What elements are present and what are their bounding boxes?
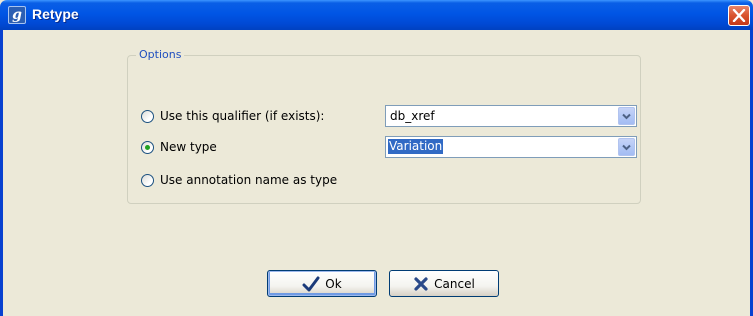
cancel-x-icon (413, 276, 429, 292)
options-legend: Options (136, 48, 185, 61)
radio-label-new-type: New type (160, 140, 217, 154)
app-icon: g (8, 6, 26, 24)
radio-button-annotation-name[interactable] (141, 173, 154, 187)
title-bar[interactable]: g Retype (0, 0, 753, 30)
type-combo[interactable]: Variation (385, 136, 637, 158)
cancel-button-label: Cancel (434, 276, 475, 291)
type-combo-arrow[interactable] (618, 138, 635, 156)
close-button[interactable] (728, 5, 750, 26)
qualifier-combo-value: db_xref (390, 109, 435, 123)
close-icon (732, 9, 746, 22)
radio-use-qualifier[interactable]: Use this qualifier (if exists): (141, 107, 324, 125)
window-title: Retype (32, 6, 79, 22)
ok-button-label: Ok (325, 276, 342, 291)
type-combo-value[interactable]: Variation (388, 139, 444, 154)
radio-button-new-type[interactable] (141, 140, 154, 154)
radio-label-use-qualifier: Use this qualifier (if exists): (160, 109, 325, 123)
qualifier-combo[interactable]: db_xref (385, 105, 637, 127)
chevron-down-icon (622, 113, 631, 120)
chevron-down-icon (622, 144, 631, 151)
checkmark-icon (302, 276, 320, 292)
radio-button-use-qualifier[interactable] (141, 109, 154, 123)
radio-new-type[interactable]: New type (141, 138, 217, 156)
ok-button[interactable]: Ok (267, 270, 377, 297)
radio-label-annotation-name: Use annotation name as type (160, 173, 338, 187)
radio-annotation-name[interactable]: Use annotation name as type (141, 171, 337, 189)
qualifier-combo-arrow[interactable] (618, 107, 635, 125)
cancel-button[interactable]: Cancel (389, 270, 499, 297)
